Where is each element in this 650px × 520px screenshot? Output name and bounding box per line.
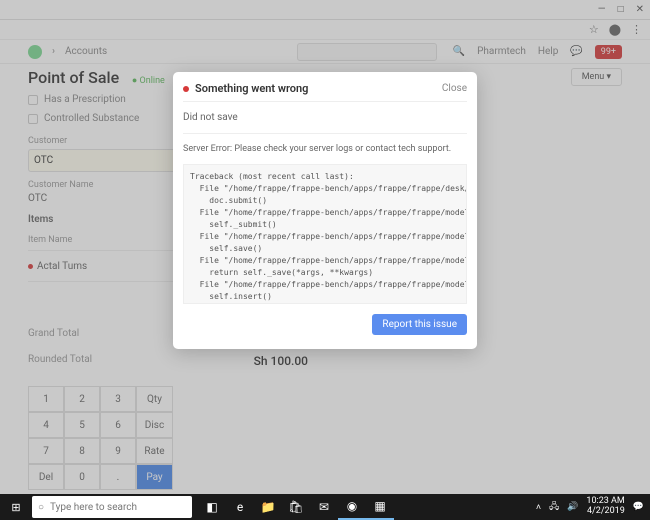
error-dot-icon: [183, 86, 189, 92]
windows-taskbar: ⊞ ○ Type here to search ◧ e 📁 🛍 ✉ ◉ ▦ ˄ …: [0, 494, 650, 520]
mail-icon[interactable]: ✉: [310, 494, 338, 520]
store-icon[interactable]: 🛍: [282, 494, 310, 520]
cortana-icon: ○: [38, 502, 44, 513]
tray-volume-icon[interactable]: 🔊: [567, 502, 578, 512]
taskbar-search[interactable]: ○ Type here to search: [32, 496, 192, 518]
edge-icon[interactable]: e: [226, 494, 254, 520]
chrome-icon[interactable]: ◉: [338, 494, 366, 520]
taskbar-search-placeholder: Type here to search: [50, 502, 137, 513]
report-issue-button[interactable]: Report this issue: [372, 314, 467, 335]
modal-server-error: Server Error: Please check your server l…: [183, 134, 467, 164]
traceback-box[interactable]: Traceback (most recent call last): File …: [183, 164, 467, 304]
modal-message: Did not save: [183, 102, 467, 134]
error-modal: Something went wrong Close Did not save …: [173, 72, 477, 349]
clock[interactable]: 10:23 AM 4/2/2019: [586, 497, 624, 517]
tray-chevron-icon[interactable]: ˄: [536, 502, 541, 513]
taskview-icon[interactable]: ◧: [198, 494, 226, 520]
tray-network-icon[interactable]: 🖧: [549, 499, 559, 515]
calculator-icon[interactable]: ▦: [366, 494, 394, 520]
clock-date: 4/2/2019: [586, 507, 624, 517]
modal-title: Something went wrong: [195, 82, 308, 95]
explorer-icon[interactable]: 📁: [254, 494, 282, 520]
modal-close-button[interactable]: Close: [442, 83, 467, 94]
modal-overlay: Something went wrong Close Did not save …: [0, 0, 650, 520]
action-center-icon[interactable]: 💬: [633, 502, 644, 512]
start-button[interactable]: ⊞: [0, 494, 32, 520]
system-tray: ˄ 🖧 🔊 10:23 AM 4/2/2019 💬: [536, 497, 650, 517]
